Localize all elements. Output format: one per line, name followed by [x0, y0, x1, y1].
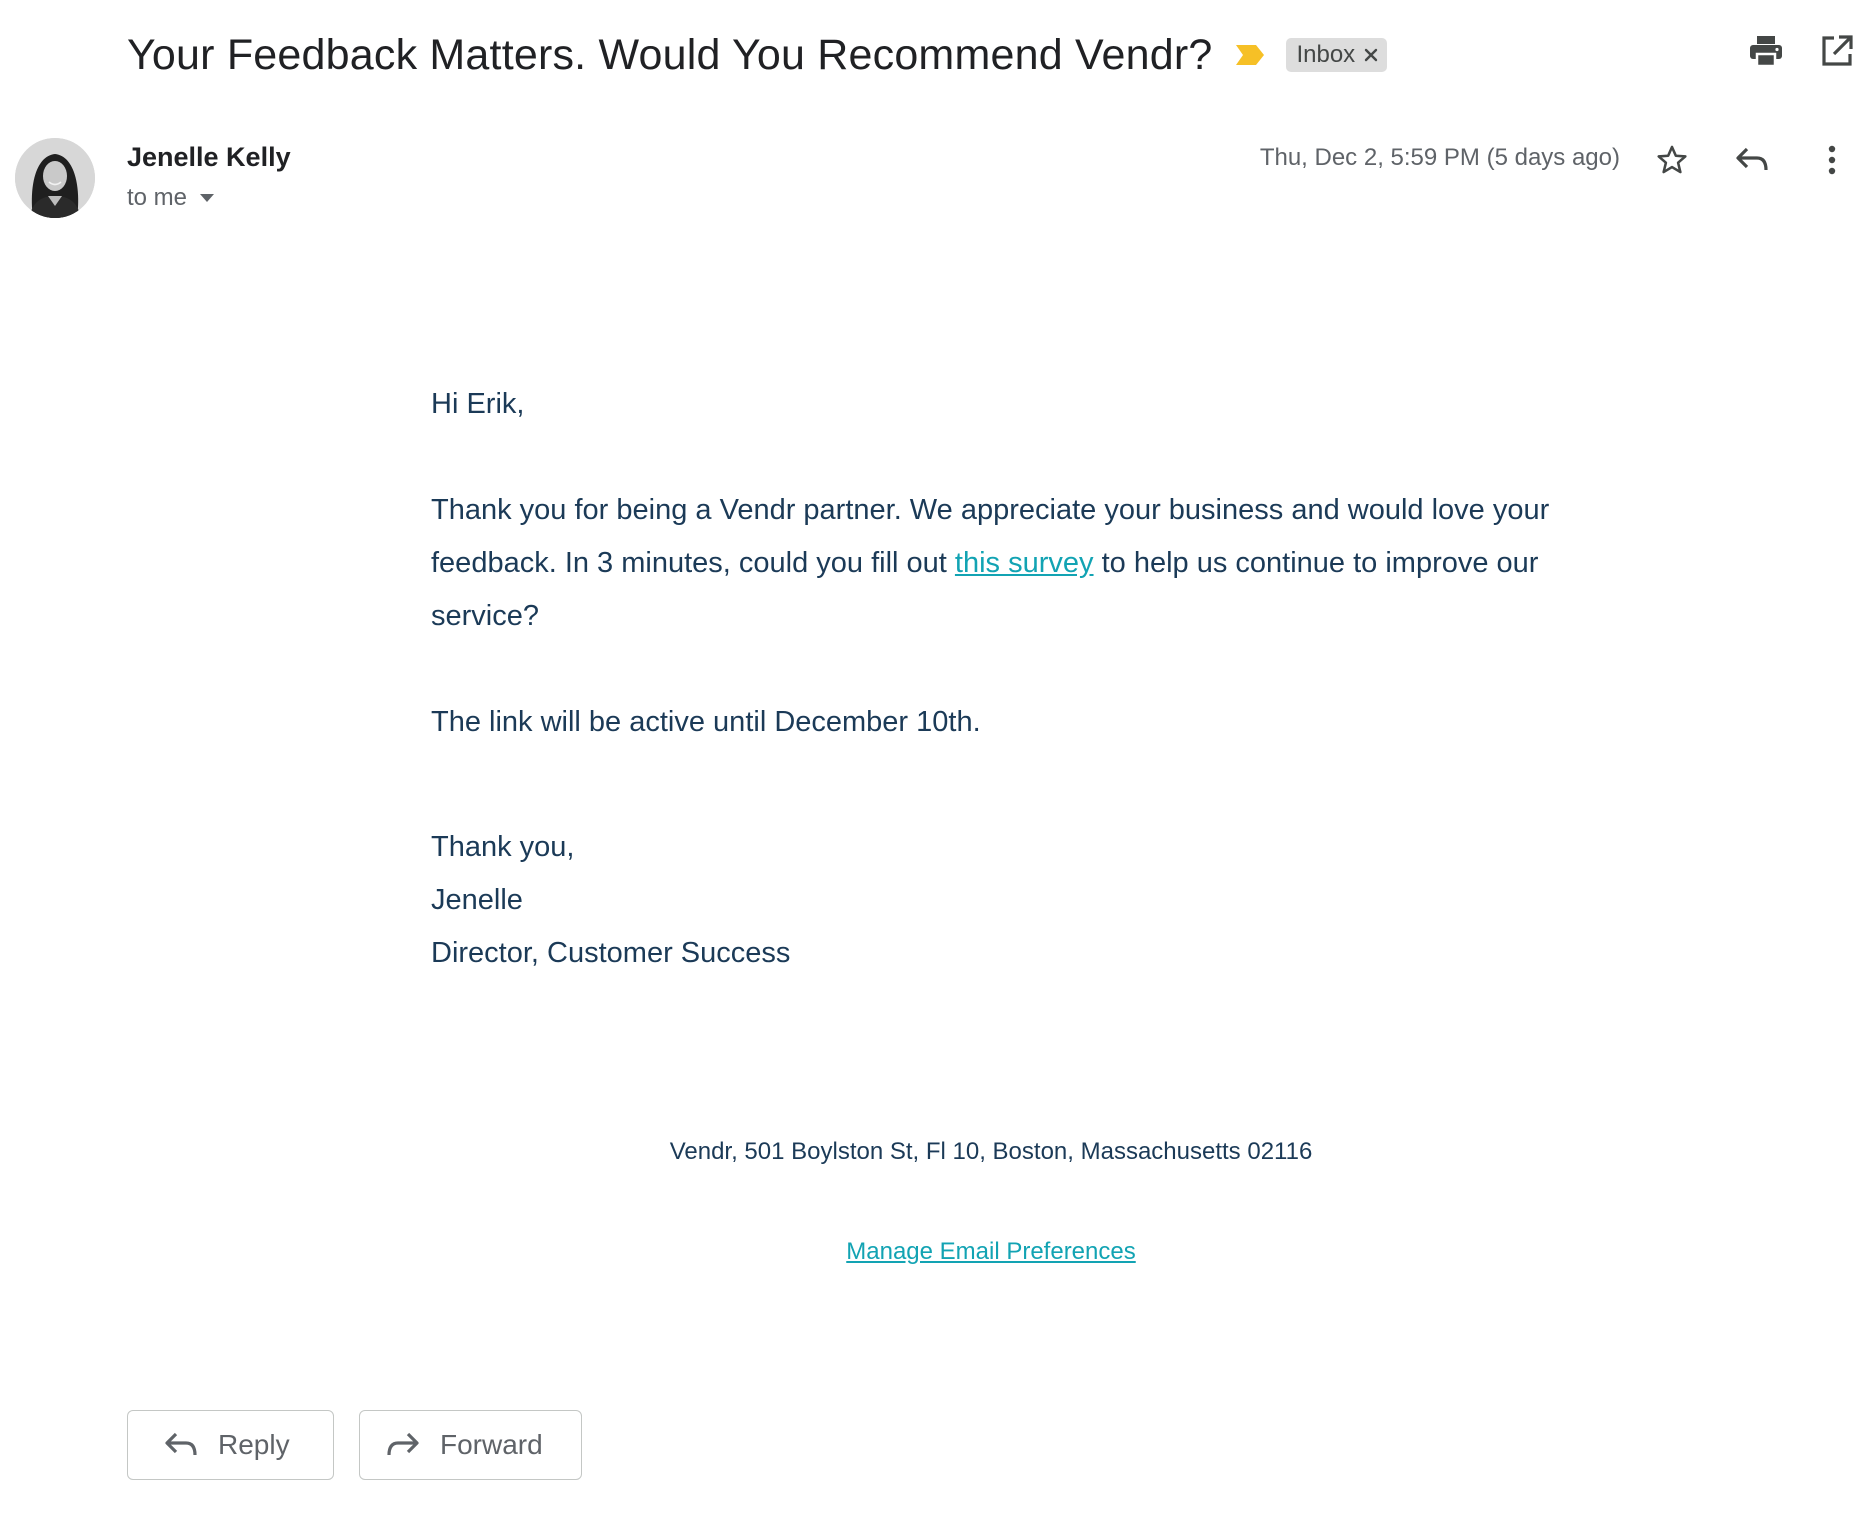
reply-button[interactable]: Reply: [127, 1410, 334, 1480]
reply-icon[interactable]: [1732, 140, 1772, 180]
message-actions: [1652, 140, 1852, 180]
star-icon[interactable]: [1652, 140, 1692, 180]
survey-link[interactable]: this survey: [955, 547, 1094, 579]
avatar[interactable]: [15, 138, 95, 218]
close-icon[interactable]: [1363, 47, 1379, 63]
reply-button-label: Reply: [218, 1429, 290, 1460]
recipient-text: to me: [127, 184, 188, 211]
forward-button-label: Forward: [440, 1429, 543, 1460]
reply-forward-bar: Reply Forward: [127, 1410, 582, 1480]
label-chip-inbox[interactable]: Inbox: [1286, 38, 1388, 72]
footer-address: Vendr, 501 Boylston St, Fl 10, Boston, M…: [669, 1138, 1313, 1165]
open-in-new-window-icon[interactable]: [1820, 34, 1854, 68]
greeting: Hi Erik,: [431, 388, 525, 420]
manage-email-preferences-link[interactable]: Manage Email Preferences: [846, 1238, 1135, 1265]
footer-address-wrap: Vendr, 501 Boylston St, Fl 10, Boston, M…: [431, 1138, 1551, 1166]
thread-actions: [1748, 34, 1854, 68]
body-paragraph: Thank you for being a Vendr partner. We …: [431, 484, 1561, 643]
signature-name: Jenelle: [431, 884, 523, 916]
chevron-down-icon[interactable]: [199, 193, 215, 203]
email-subject: Your Feedback Matters. Would You Recomme…: [127, 30, 1213, 79]
message-body: Hi Erik, Thank you for being a Vendr par…: [431, 378, 1561, 980]
importance-marker-icon[interactable]: [1234, 43, 1266, 67]
signature-title: Director, Customer Success: [431, 937, 791, 969]
sender-name: Jenelle Kelly: [127, 142, 291, 172]
recipient-details[interactable]: to me: [127, 184, 215, 212]
signoff: Thank you,: [431, 831, 575, 863]
print-icon[interactable]: [1748, 34, 1784, 68]
more-vert-icon[interactable]: [1812, 140, 1852, 180]
forward-icon: [386, 1431, 420, 1459]
reply-icon: [164, 1431, 198, 1459]
subject-row: Your Feedback Matters. Would You Recomme…: [127, 22, 1388, 88]
forward-button[interactable]: Forward: [359, 1410, 582, 1480]
message-date: Thu, Dec 2, 5:59 PM (5 days ago): [1259, 144, 1620, 171]
link-expiry-note: The link will be active until December 1…: [431, 706, 981, 738]
label-chip-text: Inbox: [1296, 41, 1356, 68]
footer-links: Manage Email Preferences: [431, 1238, 1551, 1266]
